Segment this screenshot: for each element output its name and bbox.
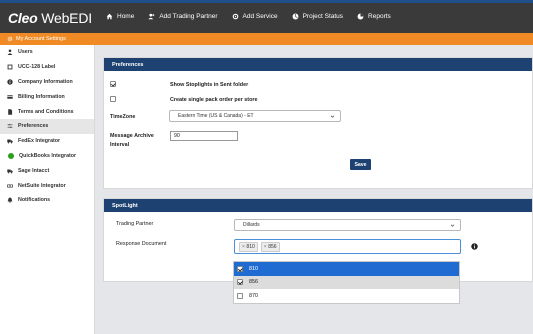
option-label: 856 bbox=[249, 279, 258, 286]
timezone-value: Eastern Time (US & Canada) - ET bbox=[178, 113, 254, 119]
quickbooks-icon bbox=[8, 152, 14, 159]
stoplights-checkbox[interactable] bbox=[110, 81, 116, 87]
chevron-down-icon bbox=[450, 224, 455, 227]
sidebar-item-label: Users bbox=[18, 49, 33, 56]
billing-icon bbox=[7, 94, 13, 100]
nav-add-service-label: Add Service bbox=[242, 13, 278, 20]
user-icon bbox=[7, 49, 13, 56]
sidebar-item-terms-and-conditions[interactable]: Terms and Conditions bbox=[0, 104, 94, 119]
gear-icon bbox=[7, 36, 13, 42]
preferences-panel: Preferences Show Stoplights in Sent fold… bbox=[103, 57, 533, 189]
preferences-header: Preferences bbox=[104, 58, 532, 71]
sidebar-item-label: Notifications bbox=[18, 197, 51, 204]
option-checkbox[interactable] bbox=[237, 279, 243, 286]
response-document-multiselect[interactable]: × 810 × 856 bbox=[234, 239, 461, 254]
spotlight-header: SpotLight bbox=[104, 199, 532, 212]
chevron-down-icon bbox=[330, 115, 335, 118]
timezone-label: TimeZone bbox=[110, 114, 136, 120]
sidebar-item-label: Billing Information bbox=[18, 93, 65, 100]
sidebar-item-label: Company Information bbox=[18, 78, 73, 85]
sidebar-item-fedex-integrator[interactable]: FedEx Integrator bbox=[0, 134, 94, 149]
single-pack-label: Create single pack order per store bbox=[170, 97, 258, 103]
nav-add-service[interactable]: Add Service bbox=[232, 13, 278, 20]
sidebar-item-preferences[interactable]: Preferences bbox=[0, 118, 94, 134]
logo-light-text: WebEDI bbox=[41, 10, 92, 26]
archive-interval-input[interactable]: 90 bbox=[170, 131, 238, 141]
project-status-icon bbox=[292, 13, 299, 20]
option-870[interactable]: 870 bbox=[234, 289, 459, 303]
app-logo[interactable]: Cleo WebEDI bbox=[8, 10, 92, 26]
sidebar-item-company-information[interactable]: Company Information bbox=[0, 75, 94, 90]
account-settings-bar[interactable]: My Account Settings bbox=[0, 33, 533, 45]
option-label: 870 bbox=[249, 292, 258, 299]
sidebar-item-billing-information[interactable]: Billing Information bbox=[0, 89, 94, 104]
sidebar-item-label: Terms and Conditions bbox=[18, 108, 74, 115]
truck-icon bbox=[7, 168, 13, 174]
single-pack-checkbox[interactable] bbox=[110, 96, 116, 102]
barcode-icon bbox=[7, 64, 13, 70]
nav-reports[interactable]: Reports bbox=[357, 13, 391, 20]
option-label: 810 bbox=[249, 265, 258, 272]
sidebar-item-label: UCC-128 Label bbox=[18, 64, 56, 71]
option-810[interactable]: 810 bbox=[234, 262, 459, 276]
settings-sidebar: Users UCC-128 Label Company Information … bbox=[0, 45, 95, 334]
reports-icon bbox=[357, 13, 364, 20]
document-icon bbox=[7, 108, 13, 115]
logo-bold-text: Cleo bbox=[8, 10, 38, 26]
timezone-select[interactable]: Eastern Time (US & Canada) - ET bbox=[169, 110, 341, 122]
response-document-dropdown: 810 856 870 bbox=[233, 261, 460, 304]
remove-tag-icon[interactable]: × bbox=[264, 244, 267, 250]
info-icon[interactable] bbox=[471, 243, 478, 250]
save-button[interactable]: Save bbox=[350, 159, 371, 170]
main-nav: Home Add Trading Partner Add Service Pro… bbox=[106, 13, 405, 20]
sidebar-item-label: Preferences bbox=[18, 123, 49, 130]
tag-810[interactable]: × 810 bbox=[239, 241, 258, 252]
sidebar-item-quickbooks-integrator[interactable]: QuickBooks Integrator bbox=[0, 149, 94, 164]
trading-partner-label: Trading Partner bbox=[116, 221, 154, 227]
response-document-label: Response Document bbox=[116, 241, 167, 247]
sidebar-item-label: FedEx Integrator bbox=[18, 138, 61, 145]
sidebar-item-label: Sage Intacct bbox=[18, 167, 50, 174]
archive-label-line1: Message Archive bbox=[110, 133, 154, 139]
nav-project-status[interactable]: Project Status bbox=[292, 13, 343, 20]
trading-partner-value: Dillards bbox=[243, 222, 260, 228]
nav-home-label: Home bbox=[117, 13, 135, 20]
home-icon bbox=[106, 13, 113, 20]
sidebar-item-users[interactable]: Users bbox=[0, 45, 94, 60]
sliders-icon bbox=[7, 123, 13, 129]
stoplights-label: Show Stoplights in Sent folder bbox=[170, 82, 249, 88]
top-navigation-bar: Cleo WebEDI Home Add Trading Partner Add… bbox=[0, 0, 533, 33]
sidebar-item-label: QuickBooks Integrator bbox=[19, 152, 77, 159]
add-service-icon bbox=[232, 13, 239, 20]
nav-reports-label: Reports bbox=[368, 13, 391, 20]
nav-add-trading-partner[interactable]: Add Trading Partner bbox=[148, 13, 218, 20]
sidebar-item-ucc-128-label[interactable]: UCC-128 Label bbox=[0, 60, 94, 75]
archive-label-line2: Interval bbox=[110, 142, 130, 148]
sidebar-item-sage-intacct[interactable]: Sage Intacct bbox=[0, 163, 94, 178]
sidebar-item-label: NetSuite Integrator bbox=[18, 182, 66, 189]
sidebar-item-notifications[interactable]: Notifications bbox=[0, 193, 94, 208]
option-checkbox[interactable] bbox=[237, 292, 243, 299]
archive-interval-value: 90 bbox=[174, 133, 180, 139]
account-settings-label: My Account Settings bbox=[16, 36, 66, 42]
link-icon bbox=[7, 183, 13, 189]
truck-icon bbox=[7, 138, 13, 144]
tag-856[interactable]: × 856 bbox=[260, 241, 280, 252]
remove-tag-icon[interactable]: × bbox=[242, 244, 245, 250]
add-partner-icon bbox=[148, 13, 155, 20]
trading-partner-select[interactable]: Dillards bbox=[234, 219, 461, 231]
nav-project-status-label: Project Status bbox=[302, 13, 344, 20]
tag-label: 810 bbox=[246, 243, 255, 250]
nav-add-trading-partner-label: Add Trading Partner bbox=[159, 13, 218, 20]
option-856[interactable]: 856 bbox=[234, 275, 459, 289]
nav-home[interactable]: Home bbox=[106, 13, 134, 20]
sidebar-item-netsuite-integrator[interactable]: NetSuite Integrator bbox=[0, 178, 94, 193]
bell-icon bbox=[7, 197, 13, 204]
option-checkbox[interactable] bbox=[237, 265, 243, 272]
tag-label: 856 bbox=[268, 243, 277, 250]
info-icon bbox=[7, 79, 13, 85]
